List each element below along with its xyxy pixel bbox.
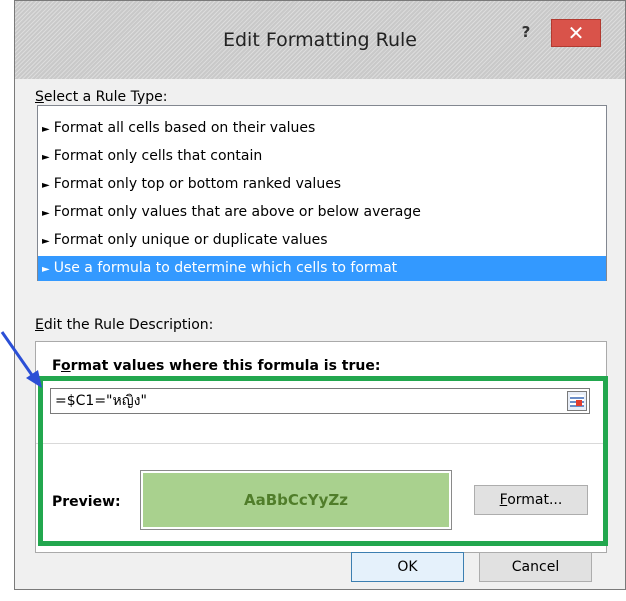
- select-rule-type-label: Select a Rule Type:: [35, 89, 168, 105]
- pointer-icon: ►: [42, 180, 50, 191]
- preview-box: AaBbCcYyZz: [140, 470, 452, 530]
- pointer-icon: ►: [42, 124, 50, 135]
- preview-label: Preview:: [52, 494, 121, 510]
- arrow-annotation-icon: [0, 331, 42, 388]
- divider: [36, 443, 606, 444]
- pointer-icon: ►: [42, 208, 50, 219]
- pointer-icon: ►: [42, 264, 50, 275]
- rule-type-list[interactable]: ► Format all cells based on their values …: [37, 105, 607, 281]
- close-button[interactable]: ✕: [551, 19, 601, 47]
- rule-type-item-top-bottom[interactable]: ► Format only top or bottom ranked values: [38, 172, 606, 197]
- cancel-button[interactable]: Cancel: [479, 552, 592, 582]
- preview-sample-text: AaBbCcYyZz: [143, 473, 449, 527]
- rule-type-item-all-cells[interactable]: ► Format all cells based on their values: [38, 116, 606, 141]
- format-button[interactable]: Format...: [474, 485, 588, 515]
- formula-label: Format values where this formula is true…: [52, 358, 381, 374]
- pointer-icon: ►: [42, 152, 50, 163]
- rule-type-item-above-below-average[interactable]: ► Format only values that are above or be…: [38, 200, 606, 225]
- rule-type-item-cells-that-contain[interactable]: ► Format only cells that contain: [38, 144, 606, 169]
- rule-type-item-unique-duplicate[interactable]: ► Format only unique or duplicate values: [38, 228, 606, 253]
- close-icon: ✕: [567, 21, 585, 45]
- edit-rule-description-label: Edit the Rule Description:: [35, 317, 214, 333]
- rule-type-item-use-formula[interactable]: ► Use a formula to determine which cells …: [38, 256, 606, 281]
- ok-button[interactable]: OK: [351, 552, 464, 582]
- edit-formatting-rule-dialog: Edit Formatting Rule ? ✕ Select a Rule T…: [14, 0, 626, 590]
- formula-text: =$C1="หญิง": [55, 393, 147, 409]
- pointer-icon: ►: [42, 236, 50, 247]
- collapse-dialog-icon[interactable]: [567, 391, 587, 411]
- rule-description-panel: Format values where this formula is true…: [35, 341, 607, 553]
- help-button[interactable]: ?: [513, 21, 539, 43]
- formula-input[interactable]: =$C1="หญิง": [50, 388, 590, 414]
- title-bar[interactable]: Edit Formatting Rule ? ✕: [15, 1, 625, 79]
